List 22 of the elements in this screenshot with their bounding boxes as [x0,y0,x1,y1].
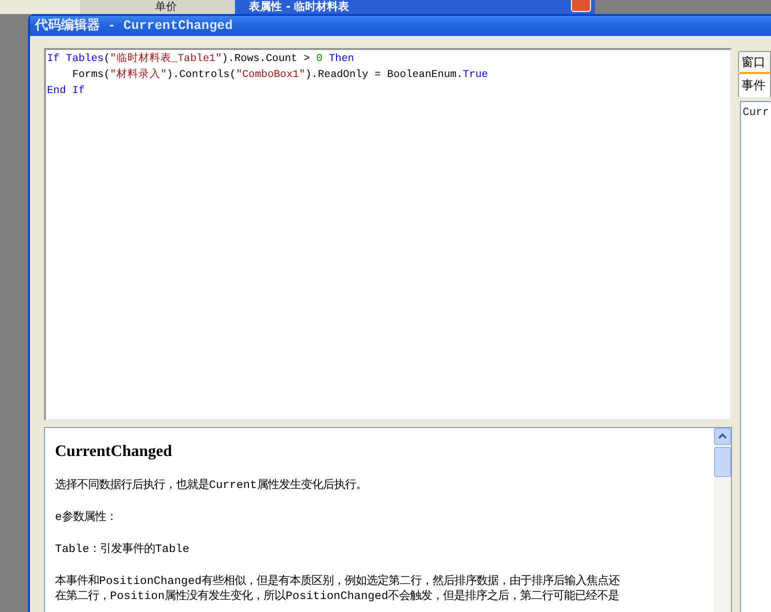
help-text: Table：引发事件的Table [55,542,190,558]
list-item[interactable]: Curr [742,104,769,121]
code-line: Forms("材料录入").Controls("ComboBox1").ReadOnly = BooleanEnum.True [71,67,489,82]
event-list[interactable]: Curr [740,100,771,612]
scroll-up-button[interactable] [714,428,731,444]
code-line: If Tables("临时材料表_Table1").Rows.Count > 0 Then [47,51,356,66]
help-text: 选择不同数据行后执行，也就是Current属性发生变化后执行。 [55,478,368,494]
chevron-up-icon [718,433,727,439]
window-title: 表属性 - 临时材料表 [249,0,350,14]
scrollbar[interactable] [714,428,731,612]
help-text: 在第二行，Position属性没有发生变化，所以PositionChanged不会触发，但是排序之后，第二行可能已经不是 [55,590,620,605]
panel-tab[interactable]: 事件 [738,72,771,96]
window-title: 代码编辑器 - CurrentChanged [30,16,771,36]
help-heading: CurrentChanged [55,442,174,461]
code-editor[interactable]: If Tables("临时材料表_Table1").Rows.Count > 0 Then Forms("材料录入").Controls("ComboBox1").ReadOnly = BooleanEnum.True End If [44,48,732,420]
help-text: e参数属性： [55,510,118,526]
panel-tab[interactable]: 窗口 [738,50,771,72]
scroll-thumb[interactable] [714,446,731,476]
code-line: End If [47,84,86,98]
help-text: 本事件和PositionChanged有些相似，但是有本质区别，例如选定第二行，然后排序数据，由于排序后输入焦点还 [55,574,621,589]
column-header: 单价 [80,0,235,14]
close-button[interactable] [571,0,591,12]
